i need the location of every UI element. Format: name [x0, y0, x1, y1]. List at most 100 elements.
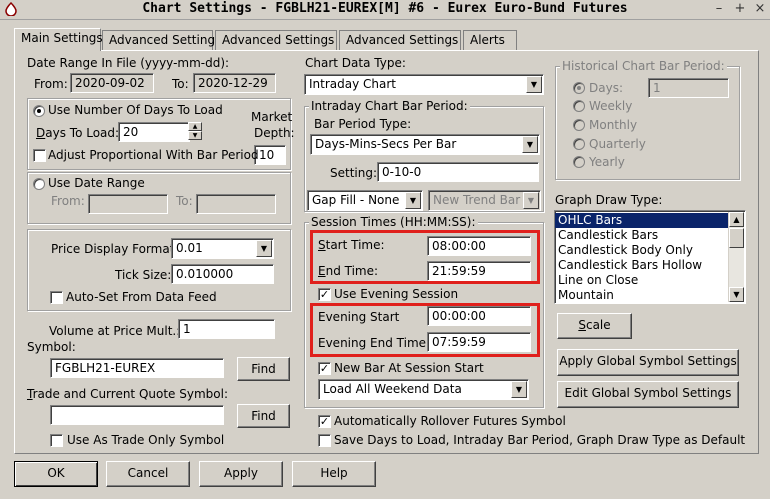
- days-input: 1: [648, 78, 729, 98]
- dropdown-arrow-icon: ▼: [526, 76, 542, 93]
- dropdown-arrow-icon: ▼: [511, 381, 527, 398]
- evening-end-input[interactable]: 07:59:59: [427, 332, 531, 352]
- range-from-label: From:: [51, 194, 85, 208]
- setting-input[interactable]: 0-10-0: [377, 162, 539, 182]
- dropdown-arrow-icon: ▼: [522, 136, 538, 153]
- bar-period-type-select[interactable]: Days-Mins-Secs Per Bar ▼: [310, 134, 540, 155]
- intraday-period-title: Intraday Chart Bar Period:: [309, 99, 470, 113]
- title-bar: Chart Settings - FGBLH21-EUREX[M] #6 - E…: [0, 0, 770, 20]
- close-icon[interactable]: ×: [753, 2, 767, 16]
- monthly-radio: [573, 119, 585, 131]
- maximize-icon[interactable]: +: [733, 2, 747, 16]
- find-trade-symbol-button[interactable]: Find: [237, 404, 290, 428]
- save-default-label: Save Days to Load, Intraday Bar Period, …: [334, 433, 746, 447]
- quarterly-label: Quarterly: [589, 137, 646, 151]
- graph-draw-type-label: Graph Draw Type:: [555, 193, 663, 207]
- price-format-select[interactable]: 0.01 ▼: [171, 238, 274, 259]
- weekend-data-select[interactable]: Load All Weekend Data ▼: [318, 379, 529, 400]
- use-date-range-radio[interactable]: [33, 178, 45, 190]
- evening-start-input[interactable]: 00:00:00: [427, 306, 531, 326]
- scale-button[interactable]: Scale: [557, 313, 632, 339]
- symbol-input[interactable]: FGBLH21-EUREX: [50, 358, 224, 378]
- use-evening-session-checkbox[interactable]: ✓: [318, 288, 331, 301]
- save-default-checkbox[interactable]: [318, 434, 331, 447]
- range-to-label: To:: [176, 194, 193, 208]
- tab-main-settings[interactable]: Main Settings: [14, 28, 103, 51]
- quarterly-radio: [573, 138, 585, 150]
- yearly-label: Yearly: [589, 155, 625, 169]
- spin-up-icon[interactable]: ▲: [188, 122, 202, 131]
- use-evening-session-label: Use Evening Session: [334, 287, 459, 301]
- weekly-radio: [573, 100, 585, 112]
- price-format-label: Price Display Format:: [51, 242, 179, 256]
- edit-global-settings-button[interactable]: Edit Global Symbol Settings: [557, 381, 739, 408]
- new-bar-session-start-checkbox[interactable]: ✓: [318, 362, 331, 375]
- tick-size-input[interactable]: 0.010000: [171, 264, 274, 284]
- minimize-icon[interactable]: –: [712, 2, 726, 16]
- days-radio: [573, 82, 585, 94]
- rollover-checkbox[interactable]: ✓: [318, 415, 331, 428]
- gap-fill-select[interactable]: Gap Fill - None ▼: [307, 190, 423, 211]
- auto-set-label: Auto-Set From Data Feed: [66, 290, 217, 304]
- help-button[interactable]: Help: [292, 461, 376, 487]
- use-date-range-label: Use Date Range: [48, 176, 145, 190]
- cancel-button[interactable]: Cancel: [106, 461, 190, 487]
- list-item[interactable]: Candlestick Bars: [555, 228, 745, 243]
- monthly-label: Monthly: [589, 118, 638, 132]
- tab-advanced-settings-3[interactable]: Advanced Settings 3: [339, 30, 470, 50]
- adjust-proportional-checkbox[interactable]: [33, 149, 46, 162]
- volume-mult-input[interactable]: 1: [178, 319, 275, 339]
- setting-label: Setting:: [330, 166, 378, 180]
- adjust-proportional-label: Adjust Proportional With Bar Period: [48, 148, 259, 162]
- bar-period-type-label: Bar Period Type:: [314, 117, 412, 131]
- apply-global-settings-button[interactable]: Apply Global Symbol Settings: [557, 349, 739, 376]
- list-item[interactable]: Candlestick Body Only: [555, 243, 745, 258]
- tab-advanced-settings[interactable]: Advanced Settings: [102, 30, 221, 50]
- session-times-title: Session Times (HH:MM:SS):: [309, 215, 478, 229]
- days-to-load-input[interactable]: 20: [118, 122, 190, 142]
- list-scrollbar[interactable]: ▲ ▼: [728, 212, 744, 302]
- window-title: Chart Settings - FGBLH21-EUREX[M] #6 - E…: [142, 1, 628, 16]
- list-item[interactable]: Candlestick Bars Hollow: [555, 258, 745, 273]
- end-time-input[interactable]: 21:59:59: [427, 261, 531, 281]
- tab-alerts[interactable]: Alerts: [463, 30, 517, 50]
- ok-button[interactable]: OK: [14, 461, 98, 487]
- range-to-input: [196, 194, 276, 214]
- scroll-thumb[interactable]: [729, 228, 744, 248]
- days-spinner[interactable]: ▲ ▼: [188, 122, 202, 141]
- start-time-input[interactable]: 08:00:00: [427, 236, 531, 256]
- range-from-input: [88, 194, 168, 214]
- trade-only-checkbox[interactable]: [50, 434, 63, 447]
- dropdown-arrow-icon: ▼: [256, 240, 272, 257]
- spin-down-icon[interactable]: ▼: [188, 131, 202, 140]
- trade-symbol-input[interactable]: [50, 405, 224, 425]
- end-time-label: End Time:: [318, 264, 379, 278]
- find-symbol-button[interactable]: Find: [237, 357, 290, 381]
- trade-symbol-label: Trade and Current Quote Symbol:: [27, 387, 228, 401]
- scroll-down-icon[interactable]: ▼: [729, 287, 744, 302]
- dropdown-arrow-icon: ▼: [405, 192, 421, 209]
- list-item[interactable]: Line on Close: [555, 273, 745, 288]
- rollover-label: Automatically Rollover Futures Symbol: [334, 414, 566, 428]
- market-depth-label-2: Depth:: [254, 126, 295, 140]
- evening-end-label: Evening End Time:: [318, 336, 431, 350]
- tab-advanced-settings-2[interactable]: Advanced Settings 2: [215, 30, 346, 50]
- market-depth-input[interactable]: 10: [254, 145, 286, 165]
- scroll-up-icon[interactable]: ▲: [729, 212, 744, 227]
- days-label: Days:: [589, 81, 623, 95]
- use-days-radio[interactable]: [33, 105, 45, 117]
- weekly-label: Weekly: [589, 99, 633, 113]
- list-item[interactable]: OHLC Bars: [555, 213, 729, 228]
- file-from-field: 2020-09-02: [70, 73, 154, 93]
- chart-data-type-select[interactable]: Intraday Chart ▼: [304, 74, 544, 95]
- use-days-label: Use Number Of Days To Load: [48, 103, 223, 117]
- auto-set-checkbox[interactable]: [50, 291, 63, 304]
- list-item[interactable]: Mountain: [555, 288, 745, 303]
- graph-draw-type-list[interactable]: OHLC Bars Candlestick Bars Candlestick B…: [554, 210, 746, 304]
- apply-button[interactable]: Apply: [199, 461, 283, 487]
- file-to-label: To:: [172, 77, 189, 91]
- volume-mult-label: Volume at Price Mult.:: [49, 324, 181, 338]
- historical-period-title: Historical Chart Bar Period:: [560, 59, 727, 73]
- new-trend-bar-select: New Trend Bar W ▼: [428, 190, 541, 211]
- days-to-load-label: Days To Load:: [36, 126, 120, 140]
